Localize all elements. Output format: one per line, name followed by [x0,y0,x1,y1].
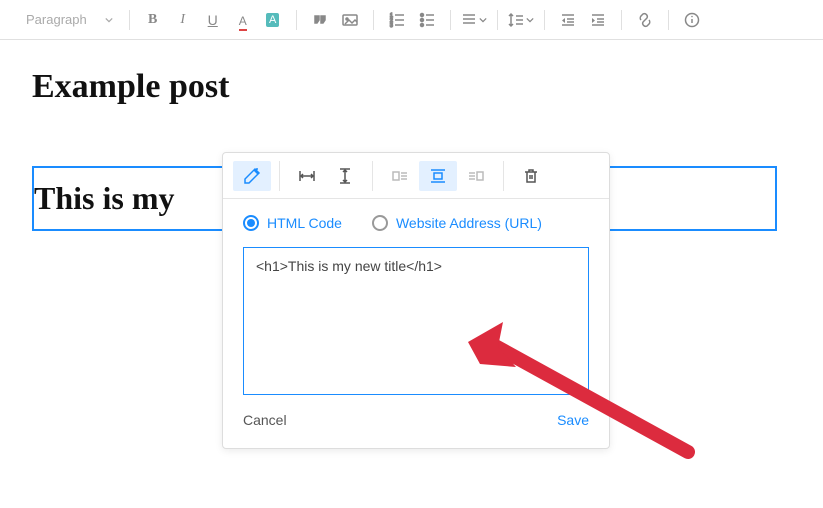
image-icon [342,12,358,28]
chevron-down-icon [105,16,113,24]
width-icon [298,167,316,185]
page-title[interactable]: Example post [32,68,791,106]
float-center-icon [429,167,447,185]
align-left-tab[interactable] [381,161,419,191]
radio-html-code[interactable]: HTML Code [243,215,342,231]
separator [373,10,374,30]
chevron-down-icon [526,16,534,24]
height-icon [336,167,354,185]
separator [372,161,373,191]
radio-html-label: HTML Code [267,215,342,231]
separator [621,10,622,30]
separator [497,10,498,30]
height-tab[interactable] [326,161,364,191]
info-button[interactable] [679,7,705,33]
bold-button[interactable]: B [140,7,166,33]
info-icon [684,12,700,28]
ol-icon: 123 [389,12,405,28]
save-button[interactable]: Save [557,412,589,428]
outdent-icon [560,12,576,28]
width-tab[interactable] [288,161,326,191]
line-height-button[interactable] [508,7,534,33]
html-code-input[interactable] [243,247,589,395]
radio-website-url[interactable]: Website Address (URL) [372,215,542,231]
float-right-icon [467,167,485,185]
float-left-icon [391,167,409,185]
block-type-label: Paragraph [26,12,87,27]
italic-button[interactable]: I [170,7,196,33]
separator [450,10,451,30]
line-height-icon [508,12,524,28]
chevron-down-icon [479,16,487,24]
separator [503,161,504,191]
block-type-select[interactable]: Paragraph [20,12,119,27]
indent-icon [590,12,606,28]
radio-icon [372,215,388,231]
separator [296,10,297,30]
separator [129,10,130,30]
ul-icon [419,12,435,28]
image-button[interactable] [337,7,363,33]
popup-footer: Cancel Save [243,412,589,434]
trash-icon [522,167,540,185]
popup-body: HTML Code Website Address (URL) Cancel S… [223,199,609,448]
highlight-button[interactable]: A [260,7,286,33]
link-icon [637,12,653,28]
unordered-list-button[interactable] [414,7,440,33]
link-button[interactable] [632,7,658,33]
cancel-button[interactable]: Cancel [243,412,287,428]
editor-toolbar: Paragraph B I U A A 123 [0,0,823,40]
align-center-tab[interactable] [419,161,457,191]
delete-tab[interactable] [512,161,550,191]
align-right-tab[interactable] [457,161,495,191]
radio-url-label: Website Address (URL) [396,215,542,231]
embed-settings-popup: HTML Code Website Address (URL) Cancel S… [222,152,610,449]
separator [279,161,280,191]
separator [544,10,545,30]
popup-tabs [223,153,609,199]
align-icon [461,12,477,28]
edit-tab[interactable] [233,161,271,191]
source-type-radios: HTML Code Website Address (URL) [243,215,589,231]
align-button[interactable] [461,7,487,33]
underline-button[interactable]: U [200,7,226,33]
svg-text:3: 3 [390,23,393,28]
outdent-button[interactable] [555,7,581,33]
radio-icon [243,215,259,231]
ordered-list-button[interactable]: 123 [384,7,410,33]
embed-preview-text: This is my [34,180,174,216]
wand-icon [243,167,261,185]
quote-button[interactable] [307,7,333,33]
text-color-button[interactable]: A [230,7,256,33]
separator [668,10,669,30]
indent-button[interactable] [585,7,611,33]
quote-icon [312,12,328,28]
